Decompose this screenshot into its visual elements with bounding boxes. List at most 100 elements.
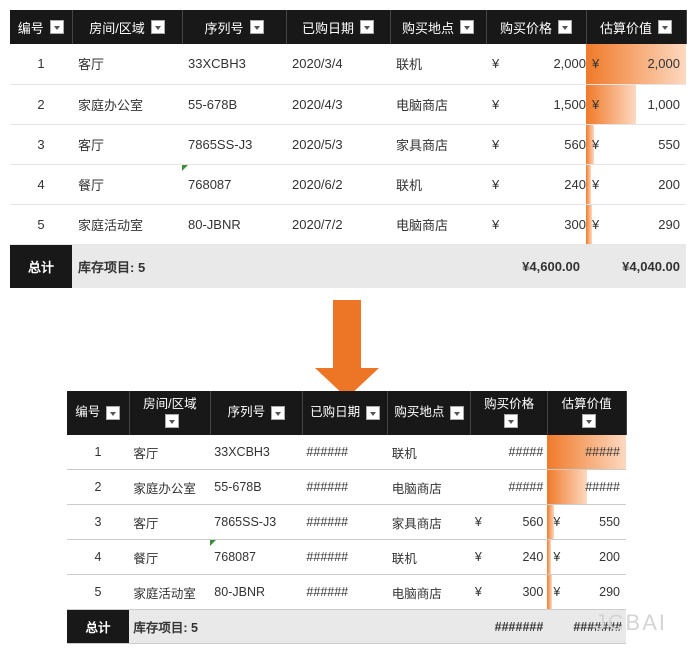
col-index[interactable]: 编号 [67, 391, 130, 435]
dropdown-icon[interactable] [450, 406, 464, 420]
cell-index: 5 [10, 204, 72, 244]
dropdown-icon[interactable] [366, 406, 380, 420]
cell-date: ###### [302, 540, 387, 575]
dropdown-icon[interactable] [658, 20, 672, 34]
cell-price: ¥300 [486, 204, 586, 244]
col-serial[interactable]: 序列号 [182, 10, 286, 44]
inventory-table-wide: 编号 房间/区域 序列号 已购日期 购买地点 购买价格 估算价值 1客厅33XC… [10, 10, 687, 288]
dropdown-icon[interactable] [50, 20, 64, 34]
dropdown-icon[interactable] [106, 406, 120, 420]
cell-est: ##### [547, 470, 626, 505]
cell-index: 2 [67, 470, 130, 505]
cell-date: ###### [302, 470, 387, 505]
col-place[interactable]: 购买地点 [388, 391, 471, 435]
cell-date: 2020/7/2 [286, 204, 390, 244]
table-row: 3客厅7865SS-J3######家具商店¥560¥550 [67, 505, 627, 540]
cell-est: ¥290 [586, 204, 686, 244]
col-price[interactable]: 购买价格 [471, 391, 547, 435]
totals-row: 总计 库存项目: 5 ####### ####### [67, 610, 627, 644]
totals-price: ¥4,600.00 [486, 244, 586, 288]
cell-est: ##### [547, 435, 626, 470]
header-row: 编号 房间/区域 序列号 已购日期 购买地点 购买价格 估算价值 [67, 391, 627, 435]
cell-price: ¥560 [471, 505, 547, 540]
col-room[interactable]: 房间/区域 [72, 10, 182, 44]
cell-room: 客厅 [72, 44, 182, 84]
cell-index: 3 [10, 124, 72, 164]
cell-date: ###### [302, 575, 387, 610]
dropdown-icon[interactable] [250, 20, 264, 34]
dropdown-icon[interactable] [271, 406, 285, 420]
cell-place: 联机 [390, 164, 486, 204]
cell-place: 电脑商店 [388, 575, 471, 610]
cell-date: 2020/5/3 [286, 124, 390, 164]
cell-serial: 768087 [182, 164, 286, 204]
cell-price: ¥300 [471, 575, 547, 610]
cell-est: ¥200 [547, 540, 626, 575]
table-row: 4餐厅768087######联机¥240¥200 [67, 540, 627, 575]
arrow-down [10, 288, 683, 391]
cell-serial: 7865SS-J3 [182, 124, 286, 164]
cell-serial: 768087 [210, 540, 302, 575]
col-date[interactable]: 已购日期 [286, 10, 390, 44]
col-index[interactable]: 编号 [10, 10, 72, 44]
dropdown-icon[interactable] [360, 20, 374, 34]
cell-place: 家具商店 [388, 505, 471, 540]
totals-label: 总计 [67, 610, 130, 644]
cell-date: 2020/6/2 [286, 164, 390, 204]
dropdown-icon[interactable] [582, 414, 596, 428]
dropdown-icon[interactable] [504, 414, 518, 428]
cell-serial: 55-678B [210, 470, 302, 505]
col-serial[interactable]: 序列号 [210, 391, 302, 435]
col-date[interactable]: 已购日期 [302, 391, 387, 435]
totals-inventory: 库存项目: 5 [72, 244, 390, 288]
table-row: 2家庭办公室55-678B2020/4/3电脑商店¥1,500¥1,000 [10, 84, 686, 124]
col-est[interactable]: 估算价值 [586, 10, 686, 44]
cell-date: 2020/3/4 [286, 44, 390, 84]
cell-est: ¥1,000 [586, 84, 686, 124]
cell-serial: 33XCBH3 [210, 435, 302, 470]
cell-room: 餐厅 [129, 540, 210, 575]
cell-place: 电脑商店 [388, 470, 471, 505]
cell-serial: 33XCBH3 [182, 44, 286, 84]
dropdown-icon[interactable] [558, 20, 572, 34]
cell-index: 2 [10, 84, 72, 124]
cell-price: ¥240 [471, 540, 547, 575]
cell-price: ¥560 [486, 124, 586, 164]
col-est[interactable]: 估算价值 [547, 391, 626, 435]
cell-price: ##### [471, 470, 547, 505]
cell-est: ¥2,000 [586, 44, 686, 84]
cell-place: 联机 [388, 435, 471, 470]
table-row: 1客厅33XCBH32020/3/4联机¥2,000¥2,000 [10, 44, 686, 84]
cell-serial: 80-JBNR [182, 204, 286, 244]
cell-room: 家庭活动室 [72, 204, 182, 244]
cell-index: 3 [67, 505, 130, 540]
dropdown-icon[interactable] [151, 20, 165, 34]
totals-inventory: 库存项目: 5 [129, 610, 387, 644]
totals-label: 总计 [10, 244, 72, 288]
cell-index: 5 [67, 575, 130, 610]
col-price[interactable]: 购买价格 [486, 10, 586, 44]
table-row: 1客厅33XCBH3######联机########## [67, 435, 627, 470]
cell-room: 家庭活动室 [129, 575, 210, 610]
cell-est: ¥550 [547, 505, 626, 540]
dropdown-icon[interactable] [460, 20, 474, 34]
cell-index: 4 [67, 540, 130, 575]
cell-place: 电脑商店 [390, 204, 486, 244]
table-row: 5家庭活动室80-JBNR######电脑商店¥300¥290 [67, 575, 627, 610]
cell-price: ¥1,500 [486, 84, 586, 124]
cell-est: ¥550 [586, 124, 686, 164]
cell-date: ###### [302, 505, 387, 540]
cell-room: 客厅 [129, 505, 210, 540]
totals-est: ¥4,040.00 [586, 244, 686, 288]
cell-price: ¥240 [486, 164, 586, 204]
table-row: 2家庭办公室55-678B######电脑商店########## [67, 470, 627, 505]
cell-est: ¥200 [586, 164, 686, 204]
table-row: 3客厅7865SS-J32020/5/3家具商店¥560¥550 [10, 124, 686, 164]
col-place[interactable]: 购买地点 [390, 10, 486, 44]
cell-place: 联机 [390, 44, 486, 84]
cell-serial: 80-JBNR [210, 575, 302, 610]
col-room[interactable]: 房间/区域 [129, 391, 210, 435]
totals-row: 总计 库存项目: 5 ¥4,600.00 ¥4,040.00 [10, 244, 686, 288]
dropdown-icon[interactable] [165, 414, 179, 428]
table-row: 4餐厅7680872020/6/2联机¥240¥200 [10, 164, 686, 204]
